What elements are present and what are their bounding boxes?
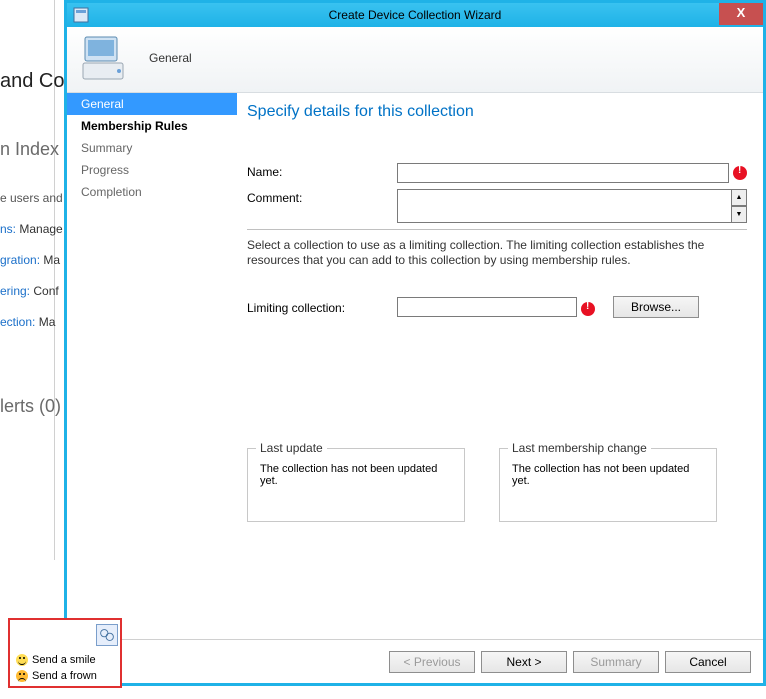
wizard-content: Specify details for this collection Name… <box>237 93 763 639</box>
send-smile-item[interactable]: Send a smile <box>16 654 96 666</box>
send-frown-item[interactable]: Send a frown <box>16 670 97 682</box>
divider <box>247 229 747 230</box>
feedback-callout: Send a smile Send a frown <box>8 618 122 688</box>
spin-down-button[interactable]: ▼ <box>731 206 747 223</box>
frown-icon <box>16 670 28 682</box>
last-update-text: The collection has not been updated yet. <box>260 463 452 487</box>
browse-button[interactable]: Browse... <box>613 296 699 318</box>
smile-icon <box>16 654 28 666</box>
next-button[interactable]: Next > <box>481 651 567 673</box>
send-smile-label: Send a smile <box>32 654 96 666</box>
error-icon <box>733 166 747 180</box>
titlebar[interactable]: Create Device Collection Wizard X <box>67 3 763 27</box>
header-step-label: General <box>149 51 192 65</box>
nav-item-summary[interactable]: Summary <box>67 137 237 159</box>
limiting-help-text: Select a collection to use as a limiting… <box>247 238 747 268</box>
last-membership-text: The collection has not been updated yet. <box>512 463 704 487</box>
window-title: Create Device Collection Wizard <box>67 8 763 22</box>
computer-icon <box>81 33 133 85</box>
bg-alerts: lerts (0) <box>0 394 54 419</box>
bg-row: e users and <box>0 189 54 207</box>
spin-up-button[interactable]: ▲ <box>731 189 747 206</box>
name-label: Name: <box>247 163 397 179</box>
summary-button[interactable]: Summary <box>573 651 659 673</box>
section-title: Specify details for this collection <box>247 103 747 121</box>
nav-item-membership-rules[interactable]: Membership Rules <box>67 115 237 137</box>
bg-subhead: n Index <box>0 137 54 162</box>
bg-row: ering: Conf <box>0 282 54 300</box>
send-frown-label: Send a frown <box>32 670 97 682</box>
feedback-icon-button[interactable] <box>96 624 118 646</box>
background-window: and Co n Index e users and ns: Manage gr… <box>0 0 60 699</box>
name-input[interactable] <box>397 163 729 183</box>
nav-item-general[interactable]: General <box>67 93 237 115</box>
last-membership-group: Last membership change The collection ha… <box>499 448 717 522</box>
button-bar: < Previous Next > Summary Cancel <box>67 639 763 683</box>
comment-input[interactable] <box>397 189 732 223</box>
limiting-collection-input[interactable] <box>397 297 577 317</box>
last-update-legend: Last update <box>256 441 327 455</box>
nav-item-progress[interactable]: Progress <box>67 159 237 181</box>
comment-spinner[interactable]: ▲ ▼ <box>731 189 747 223</box>
close-button[interactable]: X <box>719 3 763 25</box>
nav-item-completion[interactable]: Completion <box>67 181 237 203</box>
limiting-label: Limiting collection: <box>247 299 397 315</box>
bg-row: ection: Ma <box>0 313 54 331</box>
last-membership-legend: Last membership change <box>508 441 651 455</box>
bg-row: gration: Ma <box>0 251 54 269</box>
previous-button[interactable]: < Previous <box>389 651 475 673</box>
wizard-dialog: Create Device Collection Wizard X Genera… <box>64 0 766 686</box>
wizard-nav: General Membership Rules Summary Progres… <box>67 93 237 639</box>
comment-label: Comment: <box>247 189 397 205</box>
header-band: General <box>67 27 763 93</box>
error-icon <box>581 302 595 316</box>
last-update-group: Last update The collection has not been … <box>247 448 465 522</box>
bg-row: ns: Manage <box>0 220 54 238</box>
bg-heading: and Co <box>0 68 54 95</box>
cancel-button[interactable]: Cancel <box>665 651 751 673</box>
